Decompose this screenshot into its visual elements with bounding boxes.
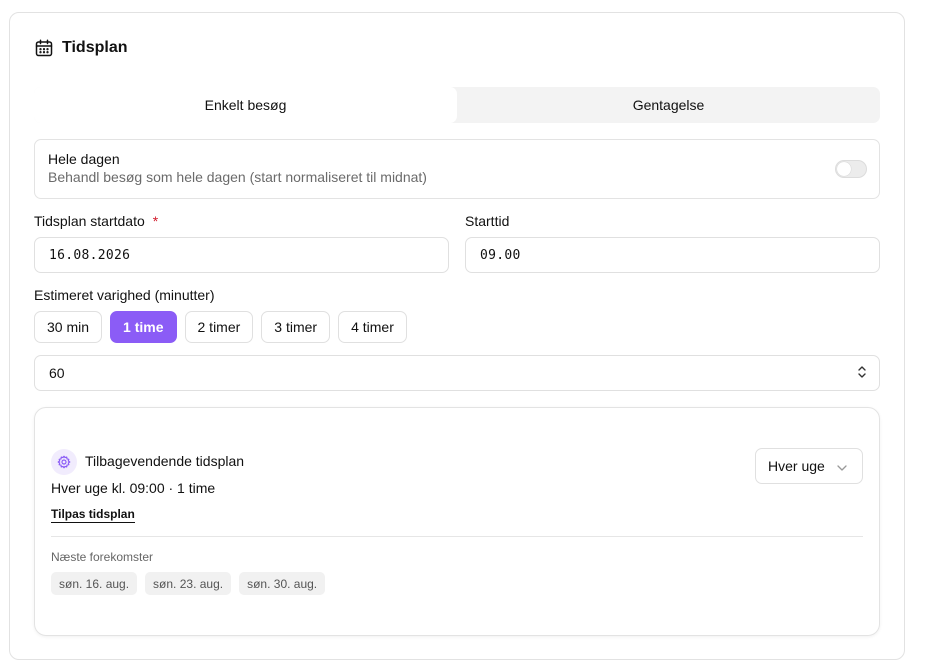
occurrence-chip: søn. 16. aug. — [51, 572, 138, 595]
start-time-input[interactable]: 09.00 — [465, 237, 880, 273]
duration-input[interactable]: 60 — [34, 355, 880, 391]
duration-preset-3-hours[interactable]: 3 timer — [261, 311, 331, 343]
duration-preset-2-hours[interactable]: 2 timer — [184, 311, 254, 343]
all-day-toggle[interactable] — [835, 160, 867, 178]
frequency-value: Hver uge — [768, 458, 825, 474]
all-day-row: Hele dagen Behandl besøg som hele dagen … — [34, 139, 880, 199]
all-day-description: Behandl besøg som hele dagen (start norm… — [48, 169, 427, 185]
card-title: Tidsplan — [62, 39, 128, 56]
next-occurrences-label: Næste forekomster — [51, 550, 154, 564]
next-occurrences-list: søn. 16. aug. søn. 23. aug. søn. 30. aug… — [51, 572, 326, 595]
required-marker: * — [152, 213, 159, 229]
occurrence-chip: søn. 23. aug. — [145, 572, 232, 595]
start-date-label-text: Tidsplan startdato — [34, 213, 145, 229]
card-header: Tidsplan — [35, 37, 128, 59]
stepper-chevrons-icon[interactable] — [857, 364, 867, 383]
recurrence-panel: Tilbagevendende tidsplan Hver uge kl. 09… — [34, 407, 880, 636]
calendar-icon — [35, 39, 53, 57]
customize-schedule-link[interactable]: Tilpas tidsplan — [51, 507, 135, 523]
duration-preset-4-hours[interactable]: 4 timer — [338, 311, 407, 343]
divider — [51, 536, 863, 537]
schedule-mode-tabs: Enkelt besøg Gentagelse — [34, 87, 880, 123]
frequency-select[interactable]: Hver uge — [755, 448, 863, 484]
schedule-card: Tidsplan Enkelt besøg Gentagelse Hele da… — [9, 12, 905, 660]
duration-presets: 30 min 1 time 2 timer 3 timer 4 timer — [34, 311, 407, 343]
start-time-label: Starttid — [465, 213, 510, 229]
duration-preset-30-min[interactable]: 30 min — [34, 311, 103, 343]
gear-icon — [51, 449, 77, 475]
chevron-down-icon — [837, 458, 847, 474]
start-date-label: Tidsplan startdato * — [34, 213, 158, 229]
toggle-knob — [837, 162, 851, 176]
recurrence-title: Tilbagevendende tidsplan — [85, 453, 245, 469]
start-date-input[interactable]: 16.08.2026 — [34, 237, 449, 273]
duration-value: 60 — [49, 365, 65, 381]
tab-recurrence[interactable]: Gentagelse — [457, 87, 880, 123]
recurrence-summary: Hver uge kl. 09:00 · 1 time — [51, 480, 216, 496]
occurrence-chip: søn. 30. aug. — [239, 572, 326, 595]
tab-single-visit[interactable]: Enkelt besøg — [34, 87, 457, 123]
duration-preset-1-hour[interactable]: 1 time — [110, 311, 177, 343]
all-day-label: Hele dagen — [48, 151, 120, 167]
duration-label: Estimeret varighed (minutter) — [34, 287, 215, 303]
